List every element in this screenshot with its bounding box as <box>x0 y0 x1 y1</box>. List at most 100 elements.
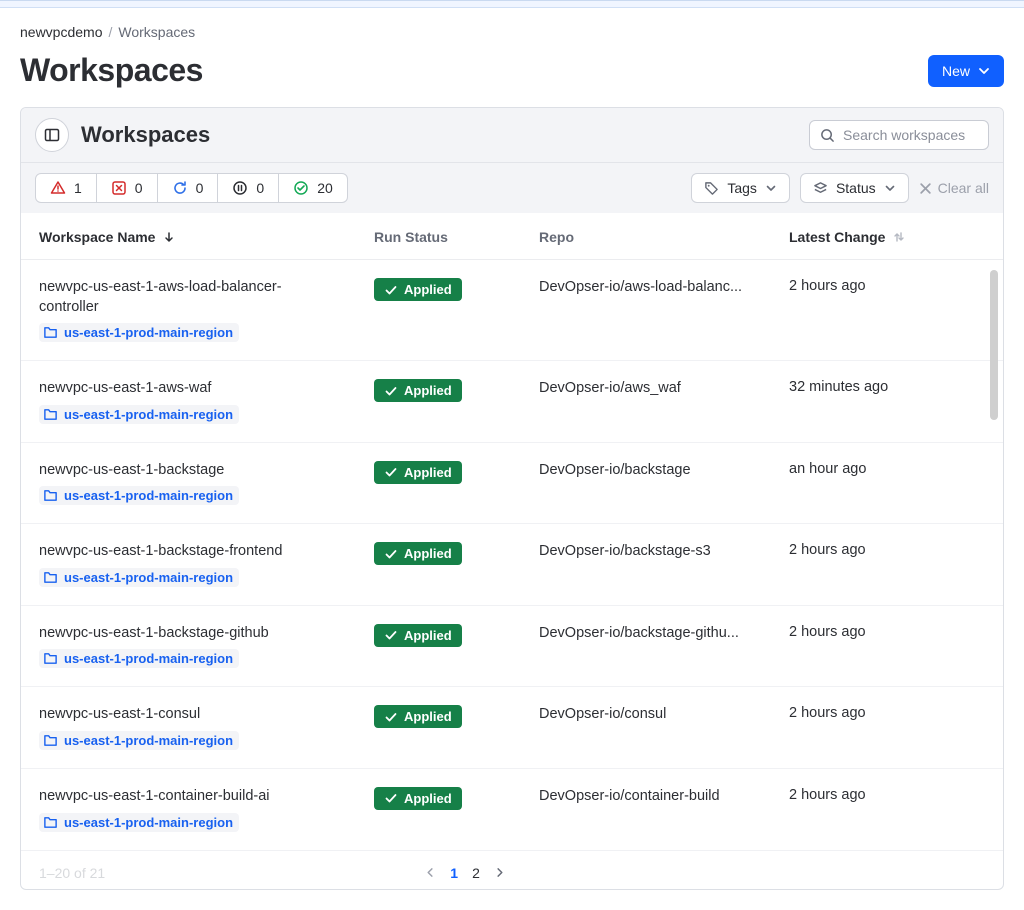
project-tag-label: us-east-1-prod-main-region <box>64 651 233 666</box>
latest-change: 2 hours ago <box>789 705 866 721</box>
project-tag[interactable]: us-east-1-prod-main-region <box>39 731 239 750</box>
status-filter-group: 1 0 0 0 <box>35 173 348 203</box>
filter-paused[interactable]: 0 <box>218 174 279 202</box>
table-row[interactable]: newvpc-us-east-1-backstage-githubus-east… <box>21 606 1003 688</box>
project-tag[interactable]: us-east-1-prod-main-region <box>39 568 239 587</box>
check-icon <box>384 547 398 561</box>
tags-filter-button[interactable]: Tags <box>691 173 790 203</box>
table-body: newvpc-us-east-1-aws-load-balancer-contr… <box>21 260 1003 851</box>
filter-running[interactable]: 0 <box>158 174 219 202</box>
status-badge-label: Applied <box>404 465 452 480</box>
refresh-icon <box>172 180 188 196</box>
page-title: Workspaces <box>20 52 203 89</box>
header-run-status[interactable]: Run Status <box>374 229 539 245</box>
pagination-page-2[interactable]: 2 <box>472 865 480 881</box>
check-icon <box>384 628 398 642</box>
scrollbar-thumb[interactable] <box>990 270 998 420</box>
clear-all-label: Clear all <box>938 180 989 196</box>
header-latest-change[interactable]: Latest Change <box>789 229 985 245</box>
pause-circle-icon <box>232 180 248 196</box>
chevron-down-icon <box>884 182 896 194</box>
table-row[interactable]: newvpc-us-east-1-container-build-ai us-ea… <box>21 769 1003 851</box>
search-placeholder: Search workspaces <box>843 127 965 143</box>
filter-applied-count: 20 <box>317 180 333 196</box>
project-tag[interactable]: us-east-1-prod-main-region <box>39 405 239 424</box>
status-badge: Applied <box>374 379 462 402</box>
pagination-next[interactable] <box>494 867 505 878</box>
latest-change: 32 minutes ago <box>789 379 888 395</box>
status-badge-label: Applied <box>404 546 452 561</box>
header-run-status-label: Run Status <box>374 229 448 245</box>
pagination-page-1[interactable]: 1 <box>450 865 458 881</box>
x-square-icon <box>111 180 127 196</box>
status-badge-label: Applied <box>404 709 452 724</box>
status-badge-label: Applied <box>404 628 452 643</box>
status-badge: Applied <box>374 542 462 565</box>
folder-icon <box>43 407 58 422</box>
status-filter-label: Status <box>836 180 876 196</box>
arrow-down-icon <box>163 231 175 243</box>
project-tag[interactable]: us-east-1-prod-main-region <box>39 649 239 668</box>
status-badge-label: Applied <box>404 383 452 398</box>
status-badge: Applied <box>374 624 462 647</box>
filter-failed-count: 0 <box>135 180 143 196</box>
table-row[interactable]: newvpc-us-east-1-aws-wafus-east-1-prod-m… <box>21 361 1003 443</box>
folder-icon <box>43 651 58 666</box>
breadcrumb-root[interactable]: newvpcdemo <box>20 24 103 40</box>
chevron-down-icon <box>978 65 990 77</box>
pagination-bar: 1–20 of 21 1 2 <box>21 851 1003 889</box>
table-row[interactable]: newvpc-us-east-1-backstage-frontendus-ea… <box>21 524 1003 606</box>
check-icon <box>384 791 398 805</box>
filter-errored[interactable]: 1 <box>36 174 97 202</box>
check-icon <box>384 710 398 724</box>
status-filter-button[interactable]: Status <box>800 173 909 203</box>
panel-toggle-button[interactable] <box>35 118 69 152</box>
workspace-name: newvpc-us-east-1-container-build-ai <box>39 787 270 807</box>
repo-name: DevOpser-io/backstage <box>539 462 691 478</box>
sort-icon <box>893 230 905 244</box>
breadcrumb: newvpcdemo / Workspaces <box>20 24 1004 40</box>
workspace-name: newvpc-us-east-1-backstage <box>39 461 224 481</box>
project-tag-label: us-east-1-prod-main-region <box>64 733 233 748</box>
clear-all-button[interactable]: Clear all <box>919 180 989 196</box>
latest-change: 2 hours ago <box>789 787 866 803</box>
table-row[interactable]: newvpc-us-east-1-consulus-east-1-prod-ma… <box>21 687 1003 769</box>
breadcrumb-separator: / <box>109 24 113 40</box>
status-badge: Applied <box>374 278 462 301</box>
search-icon <box>820 128 835 143</box>
header-workspace-name-label: Workspace Name <box>39 229 155 245</box>
check-circle-icon <box>293 180 309 196</box>
latest-change: an hour ago <box>789 461 866 477</box>
pagination-range: 1–20 of 21 <box>39 865 105 881</box>
header-latest-change-label: Latest Change <box>789 229 885 245</box>
header-repo[interactable]: Repo <box>539 229 789 245</box>
layers-icon <box>813 181 828 196</box>
latest-change: 2 hours ago <box>789 278 866 294</box>
filter-failed[interactable]: 0 <box>97 174 158 202</box>
search-input[interactable]: Search workspaces <box>809 120 989 150</box>
status-badge-label: Applied <box>404 791 452 806</box>
folder-icon <box>43 325 58 340</box>
new-button[interactable]: New <box>928 55 1004 87</box>
pagination-prev[interactable] <box>425 867 436 878</box>
folder-icon <box>43 570 58 585</box>
table-row[interactable]: newvpc-us-east-1-backstage us-east-1-prod… <box>21 443 1003 525</box>
workspaces-view: Workspaces Search workspaces 1 <box>20 107 1004 890</box>
folder-icon <box>43 815 58 830</box>
filter-errored-count: 1 <box>74 180 82 196</box>
header-workspace-name[interactable]: Workspace Name <box>39 229 374 245</box>
filter-applied[interactable]: 20 <box>279 174 347 202</box>
workspace-name: newvpc-us-east-1-aws-load-balancer-contr… <box>39 278 319 317</box>
top-strip <box>0 0 1024 8</box>
status-badge: Applied <box>374 461 462 484</box>
status-badge: Applied <box>374 705 462 728</box>
project-tag[interactable]: us-east-1-prod-main-region <box>39 323 239 342</box>
project-tag[interactable]: us-east-1-prod-main-region <box>39 813 239 832</box>
breadcrumb-current: Workspaces <box>118 24 195 40</box>
filter-paused-count: 0 <box>256 180 264 196</box>
table-row[interactable]: newvpc-us-east-1-aws-load-balancer-contr… <box>21 260 1003 361</box>
alert-triangle-icon <box>50 180 66 196</box>
folder-icon <box>43 488 58 503</box>
project-tag[interactable]: us-east-1-prod-main-region <box>39 486 239 505</box>
project-tag-label: us-east-1-prod-main-region <box>64 570 233 585</box>
